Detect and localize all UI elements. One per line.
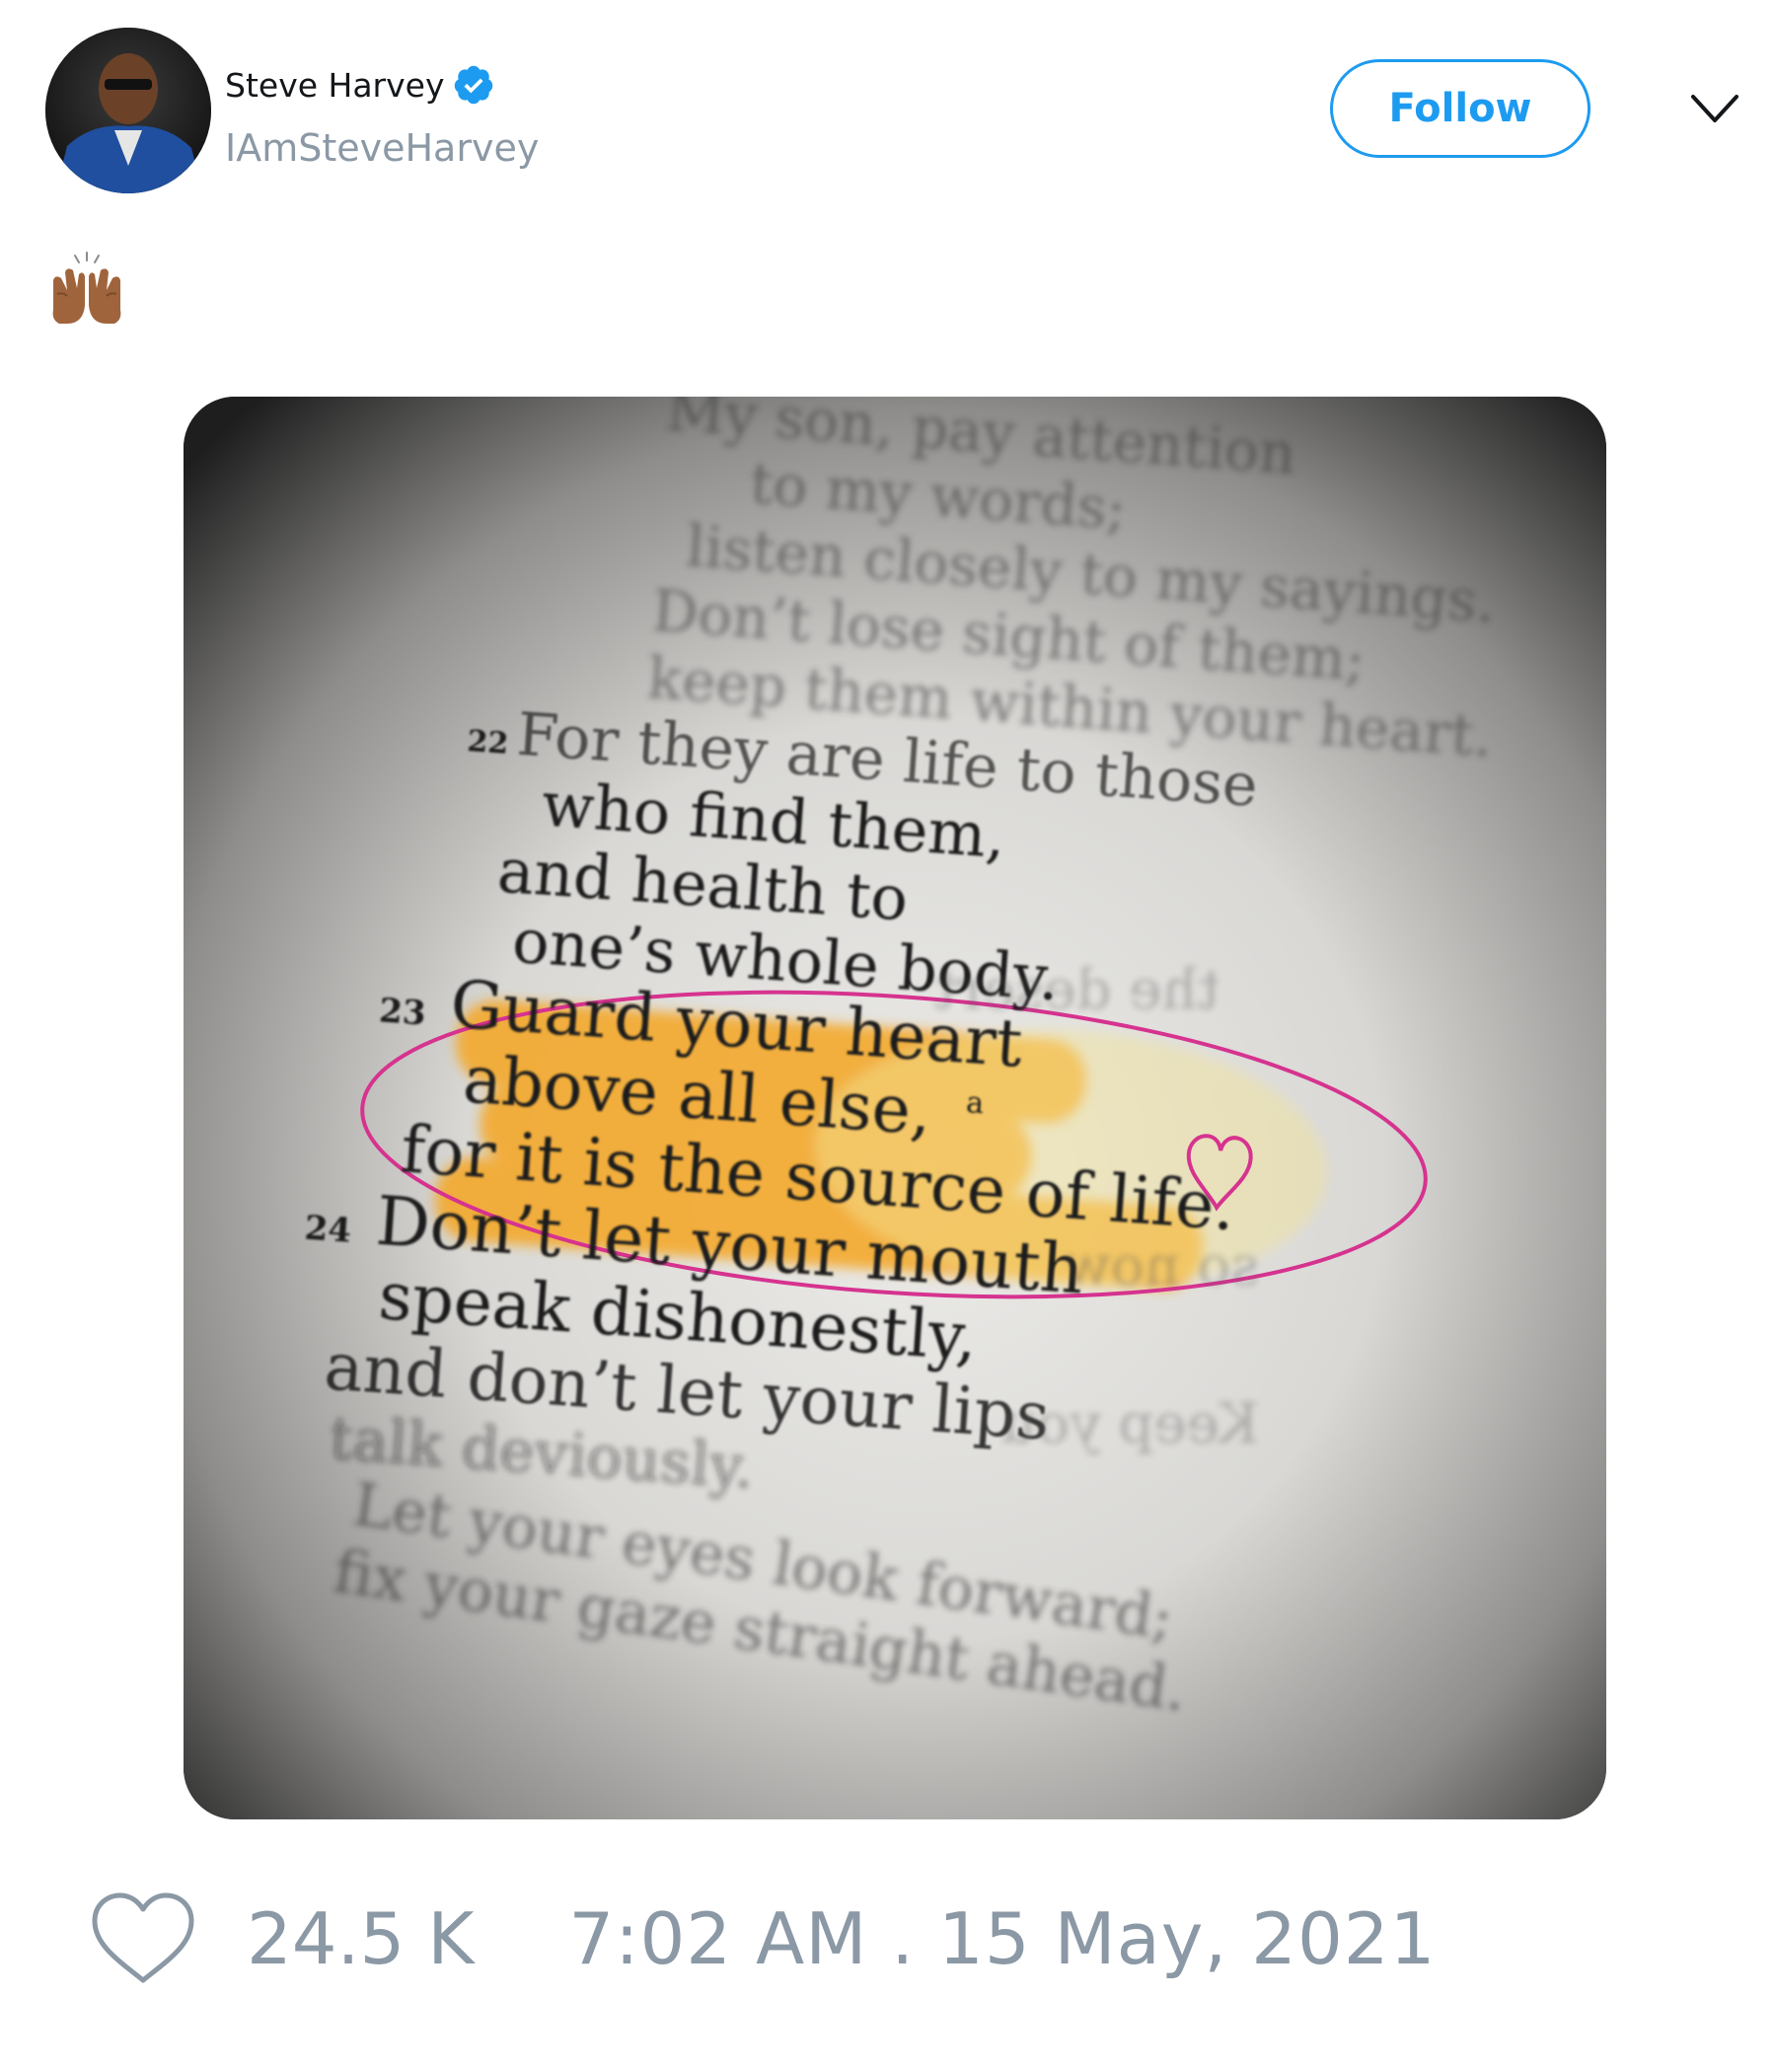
raising-hands-emoji-icon: [52, 252, 121, 324]
heart-icon[interactable]: [89, 1891, 197, 1986]
avatar-image: [45, 28, 211, 193]
display-name[interactable]: Steve Harvey: [225, 66, 444, 105]
verse-number: 24: [303, 1209, 352, 1251]
footnote-marker: a: [965, 1085, 985, 1121]
verse-number: 22: [466, 724, 509, 762]
tweet-footer: 24.5 K 7:02 AM . 15 May, 2021: [89, 1891, 1436, 1986]
chevron-down-icon[interactable]: [1689, 91, 1740, 126]
like-count: 24.5 K: [247, 1897, 475, 1980]
verse-number: 23: [378, 991, 427, 1033]
user-handle[interactable]: IAmSteveHarvey: [225, 126, 539, 170]
follow-button[interactable]: Follow: [1330, 59, 1591, 158]
svg-text:so now: so now: [1064, 1234, 1259, 1298]
tweet-timestamp[interactable]: 7:02 AM . 15 May, 2021: [568, 1897, 1436, 1980]
tweet-media-image[interactable]: My son, pay attention to my words; liste…: [184, 397, 1606, 1819]
svg-text:the desert: the desert: [933, 958, 1220, 1022]
author-name-row: Steve Harvey: [225, 61, 495, 109]
bible-page-photo: My son, pay attention to my words; liste…: [184, 397, 1606, 1819]
verified-badge-icon: [452, 63, 495, 107]
avatar[interactable]: [45, 28, 211, 193]
svg-text:Keep you: Keep you: [1000, 1392, 1259, 1456]
